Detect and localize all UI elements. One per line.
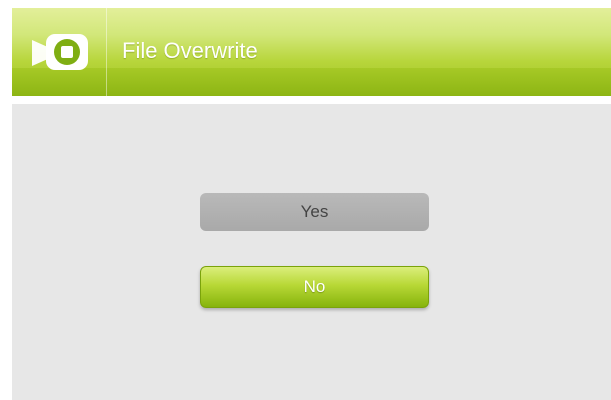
video-camera-icon <box>32 34 88 70</box>
yes-button[interactable]: Yes <box>200 193 429 231</box>
no-button[interactable]: No <box>200 266 429 308</box>
title-divider <box>106 8 107 96</box>
title-bar: File Overwrite <box>12 8 611 96</box>
dialog-content: Yes No <box>12 104 611 400</box>
page-title: File Overwrite <box>122 38 258 63</box>
overwrite-screen: File Overwrite Yes No <box>0 0 611 400</box>
